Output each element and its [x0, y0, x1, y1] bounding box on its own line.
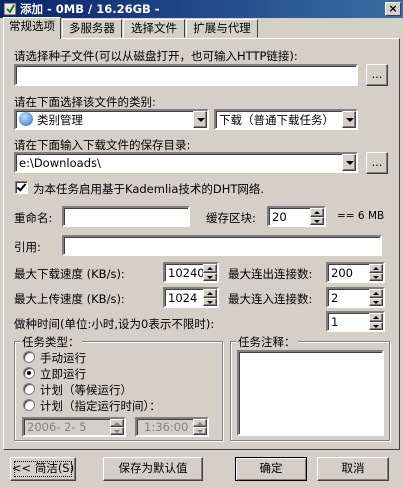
chevron-down-icon[interactable]: [193, 111, 207, 128]
dht-checkbox[interactable]: [15, 181, 28, 194]
task-note-textarea[interactable]: [237, 350, 384, 436]
torrent-file-input[interactable]: [14, 64, 358, 86]
radio-manual-run-label: 手动运行: [40, 351, 86, 365]
tab-select-files[interactable]: 选择文件: [123, 19, 185, 38]
spin-down-icon[interactable]: [369, 297, 383, 306]
max-download-label: 最大下载速度 (KB/s):: [14, 267, 125, 281]
max-out-conn-label: 最大连出连接数:: [228, 267, 313, 281]
task-note-title: 任务注释：: [236, 334, 298, 350]
radio-manual-run[interactable]: [23, 351, 35, 363]
cache-label: 缓存区块:: [206, 211, 256, 225]
task-type-title: 任务类型：: [20, 334, 82, 350]
save-dir-select[interactable]: e:\Downloads\: [14, 152, 358, 173]
task-type-select[interactable]: 下载（普通下载任务）: [214, 109, 358, 130]
close-button[interactable]: ×: [385, 2, 401, 16]
chevron-down-icon[interactable]: [342, 111, 356, 128]
save-dir-label: 请在下面输入下载文件的保存目录:: [14, 138, 191, 152]
max-download-spinner[interactable]: 10240: [163, 262, 219, 283]
radio-run-now[interactable]: [23, 367, 35, 379]
spin-up-icon[interactable]: [369, 289, 383, 298]
tab-extension-proxy[interactable]: 扩展与代理: [186, 19, 258, 38]
spin-down-icon[interactable]: [193, 427, 207, 435]
radio-scheduled-time[interactable]: [23, 399, 35, 411]
cache-spinner[interactable]: 20: [267, 206, 326, 227]
radio-scheduled-time-label: 计划（指定运行时间）：: [40, 399, 161, 413]
torrent-browse-button[interactable]: ...: [366, 64, 388, 86]
window-title: 添加 - 0MB / 16.26GB -: [20, 2, 160, 16]
category-value: 类别管理: [37, 113, 83, 127]
radio-run-now-label: 立即运行: [40, 367, 86, 381]
schedule-time-picker[interactable]: 1:36:00: [135, 417, 209, 437]
simple-mode-button[interactable]: << 简洁(S): [10, 457, 76, 481]
max-in-conn-label: 最大连入连接数:: [228, 292, 313, 306]
tab-multi-server[interactable]: 多服务器: [62, 19, 122, 38]
spin-down-icon[interactable]: [203, 297, 217, 306]
dht-label: 为本任务启用基于Kademlia技术的DHT网络.: [33, 182, 265, 196]
reference-label: 引用:: [14, 240, 41, 254]
spin-down-icon[interactable]: [310, 216, 324, 225]
seed-time-spinner[interactable]: 1: [326, 311, 385, 332]
ok-button[interactable]: 确定: [235, 457, 307, 481]
spin-up-icon[interactable]: [369, 313, 383, 322]
spin-down-icon[interactable]: [203, 272, 217, 281]
save-dir-browse-button[interactable]: ...: [366, 152, 388, 174]
cache-value: 20: [272, 210, 287, 224]
reference-input[interactable]: [62, 235, 382, 256]
max-upload-label: 最大上传速度 (KB/s):: [14, 292, 125, 306]
rename-input[interactable]: [62, 206, 190, 227]
spin-down-icon[interactable]: [369, 272, 383, 281]
category-label: 请在下面选择该文件的类别:: [14, 95, 156, 109]
max-download-value: 10240: [168, 266, 205, 280]
torrent-file-label: 请选择种子文件(可以从磁盘打开，也可输入HTTP链接):: [14, 49, 298, 63]
spin-up-icon[interactable]: [369, 264, 383, 273]
max-upload-value: 1024: [168, 291, 198, 305]
spin-up-icon[interactable]: [110, 419, 124, 427]
max-upload-spinner[interactable]: 1024: [163, 287, 219, 308]
schedule-date-value: 2006- 2- 5: [27, 420, 87, 434]
tab-extension-proxy-label: 扩展与代理: [193, 21, 251, 35]
radio-scheduled-wait-label: 计划（等候运行）: [40, 383, 132, 397]
spin-down-icon[interactable]: [110, 427, 124, 435]
spin-up-icon[interactable]: [203, 264, 217, 273]
close-icon: ×: [388, 2, 398, 15]
app-icon: [3, 2, 17, 16]
rename-label: 重命名:: [14, 211, 53, 225]
seed-time-label: 做种时间(单位:小时,设为0表示不限时):: [14, 317, 215, 331]
title-bar: 添加 - 0MB / 16.26GB - ×: [0, 0, 403, 18]
cache-size-text: == 6 MB: [337, 210, 385, 222]
schedule-time-value: 1:36:00: [144, 420, 189, 434]
schedule-date-picker[interactable]: 2006- 2- 5: [22, 417, 126, 437]
spin-up-icon[interactable]: [193, 419, 207, 427]
tab-general-label: 常规选项: [9, 19, 55, 33]
save-dir-value: e:\Downloads\: [19, 156, 101, 170]
spin-down-icon[interactable]: [369, 321, 383, 330]
max-out-conn-spinner[interactable]: 200: [326, 262, 385, 283]
seed-time-value: 1: [331, 315, 339, 329]
tab-general[interactable]: 常规选项: [3, 17, 61, 39]
save-default-button[interactable]: 保存为默认值: [103, 457, 203, 481]
max-in-conn-value: 2: [331, 291, 339, 305]
tab-multi-server-label: 多服务器: [69, 21, 115, 35]
globe-icon: [19, 112, 33, 126]
max-in-conn-spinner[interactable]: 2: [326, 287, 385, 308]
max-out-conn-value: 200: [331, 266, 353, 280]
cancel-button[interactable]: 取消: [317, 457, 389, 481]
tab-select-files-label: 选择文件: [131, 21, 177, 35]
task-type-value: 下载（普通下载任务）: [219, 113, 334, 127]
radio-scheduled-wait[interactable]: [23, 383, 35, 395]
category-select[interactable]: 类别管理: [14, 109, 209, 130]
chevron-down-icon[interactable]: [342, 154, 356, 171]
spin-up-icon[interactable]: [203, 289, 217, 298]
spin-up-icon[interactable]: [310, 208, 324, 217]
